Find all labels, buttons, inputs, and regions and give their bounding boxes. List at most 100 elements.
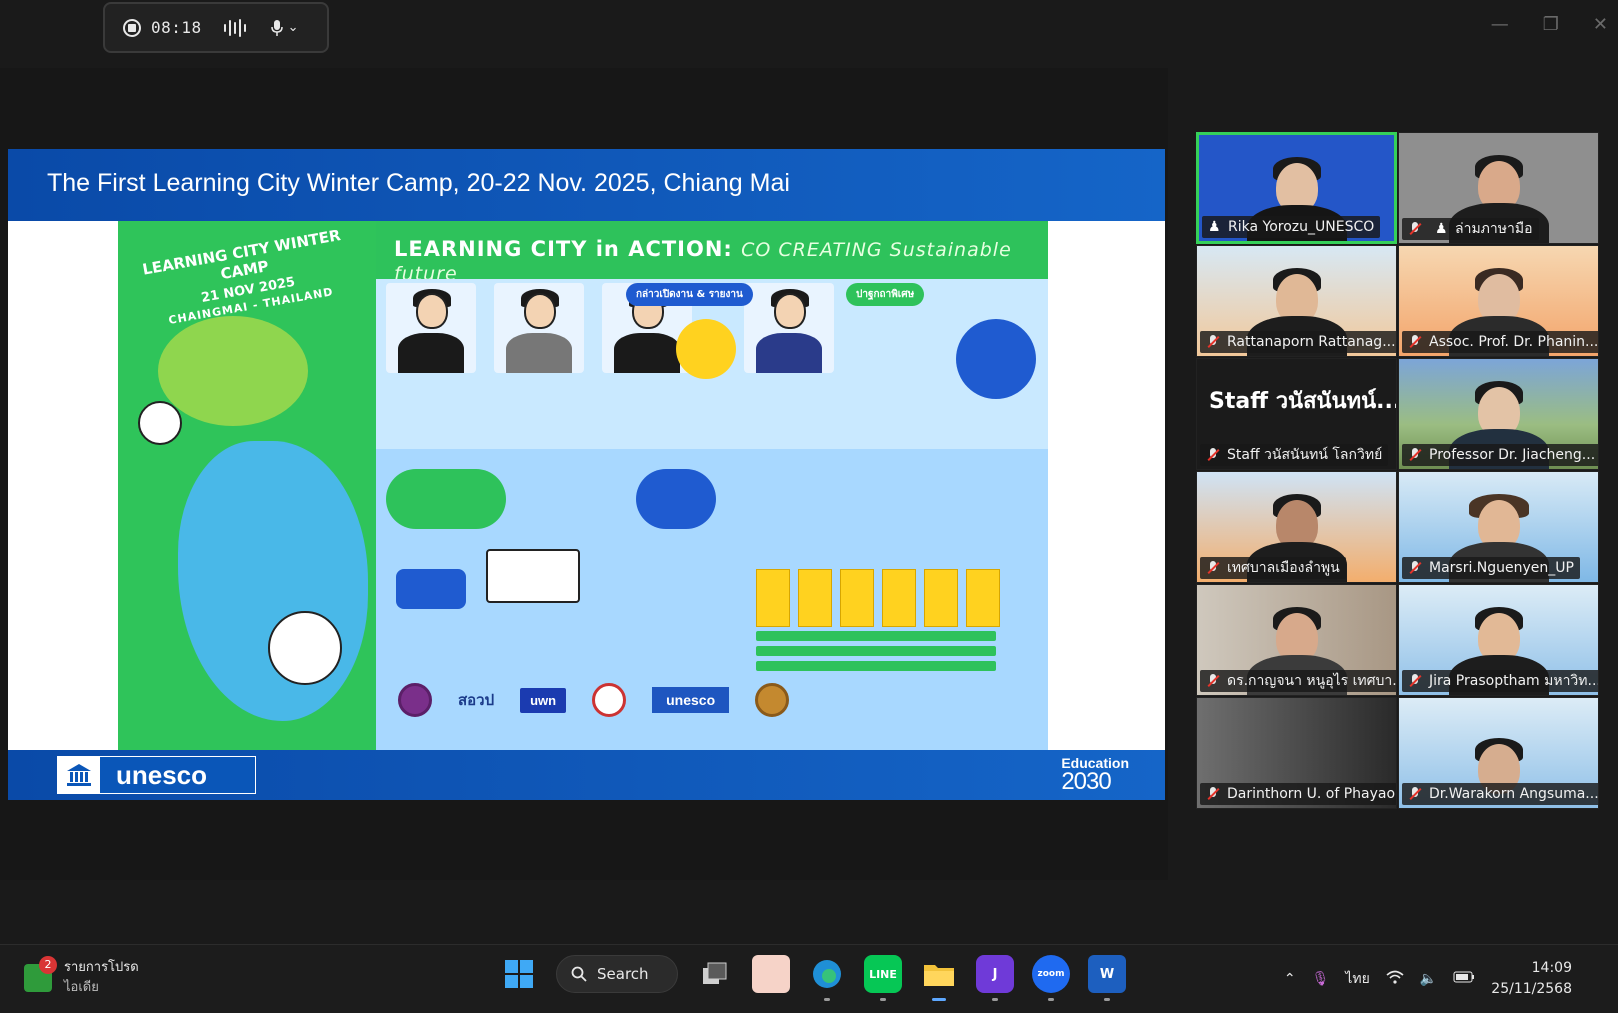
opportunity-bubble <box>158 316 308 426</box>
poster-left-panel: LEARNING CITY WINTER CAMP 21 NOV 2025 CH… <box>118 221 376 750</box>
speaker-portrait <box>386 283 476 373</box>
restore-icon[interactable]: ❐ <box>1543 14 1559 35</box>
mic-muted-icon <box>1205 334 1221 350</box>
clock[interactable]: 14:09 25/11/2568 <box>1491 958 1572 1000</box>
windows-taskbar: 2 รายการโปรด ไอเดีย Search LINE J zoom W <box>0 944 1618 1013</box>
participant-display-name: Staff วนัสนันทน์... <box>1209 389 1397 414</box>
city-bubble <box>386 469 506 529</box>
key-success-box <box>396 569 466 609</box>
speaker-portrait <box>744 283 834 373</box>
slide-title: The First Learning City Winter Camp, 20-… <box>47 169 790 197</box>
top-bar: 08:18 ⌄ — ❐ ✕ <box>0 0 1618 68</box>
education-bubble <box>956 319 1036 399</box>
input-language[interactable]: ไทย <box>1345 968 1369 990</box>
character-icon <box>268 611 342 685</box>
participant-tile[interactable]: Assoc. Prof. Dr. Phanin... <box>1398 245 1599 357</box>
microphone-icon <box>270 19 283 36</box>
participant-name: Professor Dr. Jiacheng... <box>1429 447 1596 463</box>
widgets-button[interactable]: 2 รายการโปรด ไอเดีย <box>24 956 139 998</box>
system-tray: ⌃ 🎙 ไทย 🔈 14:09 25/11/2568 <box>1284 945 1618 1013</box>
close-icon[interactable]: ✕ <box>1593 14 1608 35</box>
line-app[interactable]: LINE <box>864 955 902 1001</box>
edge-app[interactable] <box>808 955 846 1001</box>
mic-muted-icon <box>1407 447 1423 463</box>
partner-logo <box>755 683 790 717</box>
word-icon: W <box>1099 966 1115 982</box>
minimize-icon[interactable]: — <box>1491 14 1509 35</box>
participant-name: Staff วนัสนันทน์ โลกวิทย์ <box>1227 447 1383 463</box>
journal-app[interactable]: J <box>976 955 1014 1001</box>
task-view-button[interactable] <box>696 955 734 993</box>
widgets-title: รายการโปรด <box>64 960 139 975</box>
partner-logos: สอวป uwn unesco <box>398 683 790 717</box>
participant-tile[interactable]: Dr.Warakorn Angsuma... <box>1398 697 1599 809</box>
journal-icon: J <box>992 966 998 982</box>
slide-footer: unesco Education 2030 <box>8 750 1165 800</box>
task-view-icon <box>703 962 727 984</box>
recording-timer: 08:18 <box>151 18 202 37</box>
mic-location-icon[interactable]: 🎙 <box>1312 971 1330 987</box>
participant-name: เทศบาลเมืองลำพูน <box>1227 560 1340 576</box>
participant-tile[interactable]: Marsri.Nguenyen_UP <box>1398 471 1599 583</box>
mic-muted-icon <box>1205 560 1221 576</box>
quality-bubble <box>636 469 716 529</box>
map-shape <box>178 441 368 721</box>
presentation-slide: The First Learning City Winter Camp, 20-… <box>8 149 1165 800</box>
widgets-icon: 2 <box>24 956 57 992</box>
folder-icon <box>924 965 954 986</box>
camp-title: LEARNING CITY WINTER CAMP 21 NOV 2025 CH… <box>141 226 342 327</box>
microphone-dropdown[interactable]: ⌄ <box>270 19 299 37</box>
poster-illustration: LEARNING CITY WINTER CAMP 21 NOV 2025 CH… <box>118 221 1048 750</box>
mic-muted-icon <box>1205 786 1221 802</box>
widgets-subtitle: ไอเดีย <box>64 980 99 995</box>
line-icon: LINE <box>869 967 897 981</box>
participant-tile[interactable]: Rattanaporn Rattanag... <box>1196 245 1397 357</box>
participant-tile[interactable]: Professor Dr. Jiacheng... <box>1398 358 1599 470</box>
participant-name: Assoc. Prof. Dr. Phanin... <box>1429 334 1599 350</box>
special-talk-label: ปาฐกถาพิเศษ <box>846 283 925 306</box>
file-explorer-app[interactable] <box>920 955 958 1001</box>
key-features-strips <box>756 631 996 676</box>
participant-name: ดร.กาญจนา หนูอุไร เทศบา... <box>1227 673 1397 689</box>
zoom-app[interactable]: zoom <box>1032 955 1070 1001</box>
speaker-portrait <box>494 283 584 373</box>
participant-tile[interactable]: เทศบาลเมืองลำพูน <box>1196 471 1397 583</box>
chevron-down-icon: ⌄ <box>287 20 299 35</box>
interpretation-icon: ♟ <box>1435 221 1448 237</box>
mic-muted-icon <box>1205 447 1221 463</box>
participant-tile[interactable]: Darinthorn U. of Phayao <box>1196 697 1397 809</box>
photos-app[interactable] <box>752 955 790 993</box>
window-controls: — ❐ ✕ <box>1491 14 1608 35</box>
participant-tile[interactable]: Staff วนัสนันทน์... Staff วนัสนันทน์ โลก… <box>1196 358 1397 470</box>
highlight-bubble <box>676 319 736 379</box>
word-app[interactable]: W <box>1088 955 1126 1001</box>
speaker-portraits <box>386 283 834 373</box>
clock-time: 14:09 <box>1531 960 1572 976</box>
battery-icon[interactable] <box>1453 971 1475 987</box>
recording-control[interactable]: 08:18 ⌄ <box>103 2 329 53</box>
participant-name: ล่ามภาษามือ <box>1455 221 1533 237</box>
unesco-logo: unesco <box>57 756 256 794</box>
volume-icon[interactable]: 🔈 <box>1420 971 1437 987</box>
stop-recording-icon[interactable] <box>123 18 141 37</box>
participant-tile[interactable]: ดร.กาญจนา หนูอุไร เทศบา... <box>1196 584 1397 696</box>
start-button[interactable] <box>500 955 538 993</box>
participant-tile[interactable]: ♟ ล่ามภาษามือ <box>1398 132 1599 244</box>
mic-muted-icon <box>1407 786 1423 802</box>
participant-name: Rika Yorozu_UNESCO <box>1228 219 1375 235</box>
key-features-boxes <box>756 569 1000 627</box>
chevron-up-icon[interactable]: ⌃ <box>1284 971 1296 987</box>
search-label: Search <box>597 965 649 983</box>
participant-tile[interactable]: Jira Prasoptham มหาวิท... <box>1398 584 1599 696</box>
unesco-temple-icon <box>58 756 100 794</box>
poster-banner: LEARNING CITY in ACTION: CO CREATING Sus… <box>376 221 1048 285</box>
partner-logo <box>592 683 627 717</box>
slide-header: The First Learning City Winter Camp, 20-… <box>8 149 1165 221</box>
search-icon <box>571 966 587 982</box>
partner-logo-unesco: unesco <box>652 687 730 713</box>
wifi-icon[interactable] <box>1386 970 1404 988</box>
windows-logo-icon <box>505 960 533 988</box>
participant-tile[interactable]: ♟ Rika Yorozu_UNESCO <box>1196 132 1397 244</box>
taskbar-search[interactable]: Search <box>556 955 678 993</box>
participant-gallery: ♟ Rika Yorozu_UNESCO ♟ ล่ามภาษามือ Rattana… <box>1196 132 1600 816</box>
